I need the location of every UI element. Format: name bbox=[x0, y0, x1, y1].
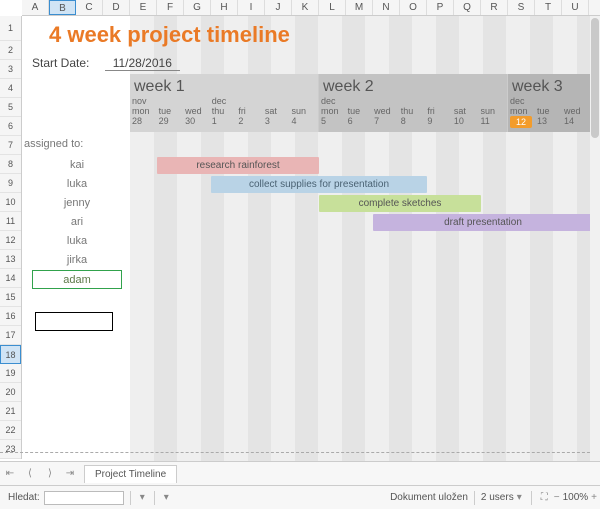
column-header-cell[interactable]: S bbox=[508, 0, 535, 15]
sheet-area[interactable]: 4 week project timeline Start Date: 11/2… bbox=[22, 16, 600, 461]
assignee-name[interactable]: kai bbox=[32, 156, 122, 175]
column-header-cell[interactable]: J bbox=[265, 0, 292, 15]
row-header-cell[interactable]: 8 bbox=[0, 155, 21, 174]
column-header-cell[interactable]: I bbox=[238, 0, 265, 15]
active-cell[interactable] bbox=[35, 312, 113, 331]
column-header-cell[interactable]: B bbox=[49, 0, 76, 15]
prev-sheet-icon[interactable]: ⟨ bbox=[20, 468, 40, 479]
row-header-cell[interactable]: 21 bbox=[0, 402, 21, 421]
week-header: week 1novdecmontuewedthufrisatsun2829301… bbox=[130, 74, 600, 132]
gantt-bar-research[interactable]: research rainforest bbox=[157, 157, 319, 174]
zoom-in-icon[interactable]: + bbox=[591, 492, 597, 503]
column-header-cell[interactable]: G bbox=[184, 0, 211, 15]
column-header-cell[interactable]: K bbox=[292, 0, 319, 15]
sheet-tabs-bar: ⇤ ⟨ ⟩ ⇥ Project Timeline bbox=[0, 461, 600, 485]
column-header-cell[interactable]: E bbox=[130, 0, 157, 15]
assignee-name[interactable]: jirka bbox=[32, 251, 122, 270]
week-segment: week 3decmontuewedthufri1213141516 bbox=[508, 74, 600, 132]
page-title: 4 week project timeline bbox=[49, 22, 290, 48]
zoom-value: 100% bbox=[563, 492, 589, 503]
page-break-line bbox=[0, 452, 600, 453]
column-header-cell[interactable]: P bbox=[427, 0, 454, 15]
assignee-name[interactable]: adam bbox=[32, 270, 122, 289]
assignee-name[interactable]: jenny bbox=[32, 194, 122, 213]
row-header-cell[interactable]: 23 bbox=[0, 440, 21, 459]
week-segment: week 1novdecmontuewedthufrisatsun2829301… bbox=[130, 74, 319, 132]
column-header-cell[interactable]: D bbox=[103, 0, 130, 15]
column-header-cell[interactable]: C bbox=[76, 0, 103, 15]
row-header-cell[interactable]: 11 bbox=[0, 212, 21, 231]
vertical-scrollbar[interactable] bbox=[590, 16, 600, 461]
save-status: Dokument uložen bbox=[390, 492, 468, 503]
row-header-cell[interactable]: 1 bbox=[0, 16, 21, 41]
row-header-cell[interactable]: 15 bbox=[0, 288, 21, 307]
column-header-cell[interactable]: L bbox=[319, 0, 346, 15]
row-header-cell[interactable]: 13 bbox=[0, 250, 21, 269]
start-date-label: Start Date: bbox=[32, 56, 89, 70]
row-header-cell[interactable]: 10 bbox=[0, 193, 21, 212]
column-header-cell[interactable]: O bbox=[400, 0, 427, 15]
assignee-names: kailukajennyarilukajirkaadam bbox=[32, 156, 122, 289]
row-headers[interactable]: 1234567891011121314151617181920212223 bbox=[0, 16, 22, 459]
row-header-cell[interactable]: 6 bbox=[0, 117, 21, 136]
sheet-tab[interactable]: Project Timeline bbox=[84, 465, 177, 483]
search-label: Hledat: bbox=[8, 492, 40, 503]
row-header-cell[interactable]: 7 bbox=[0, 136, 21, 155]
dropdown-icon[interactable]: ▾ bbox=[164, 492, 169, 503]
row-header-cell[interactable]: 3 bbox=[0, 60, 21, 79]
gantt-bar-supplies[interactable]: collect supplies for presentation bbox=[211, 176, 427, 193]
row-header-cell[interactable]: 5 bbox=[0, 98, 21, 117]
gantt-bar-presentation[interactable]: draft presentation bbox=[373, 214, 593, 231]
assignee-name[interactable]: ari bbox=[32, 213, 122, 232]
row-header-cell[interactable]: 20 bbox=[0, 383, 21, 402]
row-header-cell[interactable]: 22 bbox=[0, 421, 21, 440]
column-header-cell[interactable]: F bbox=[157, 0, 184, 15]
status-bar: Hledat: ▾ ▾ Dokument uložen 2 users ▾ ⛶ … bbox=[0, 485, 600, 509]
search-input[interactable] bbox=[44, 491, 124, 505]
row-header-cell[interactable]: 14 bbox=[0, 269, 21, 288]
column-headers[interactable]: ABCDEFGHIJKLMNOPQRSTU bbox=[22, 0, 600, 16]
zoom-out-icon[interactable]: − bbox=[554, 492, 560, 503]
start-date-row: Start Date: 11/28/2016 bbox=[32, 56, 180, 70]
column-header-cell[interactable]: H bbox=[211, 0, 238, 15]
column-header-cell[interactable]: M bbox=[346, 0, 373, 15]
start-date-value[interactable]: 11/28/2016 bbox=[105, 56, 180, 71]
users-dropdown-icon[interactable]: ▾ bbox=[517, 492, 522, 503]
column-header-cell[interactable]: T bbox=[535, 0, 562, 15]
column-header-cell[interactable]: N bbox=[373, 0, 400, 15]
row-header-cell[interactable]: 17 bbox=[0, 326, 21, 345]
gantt-bar-sketches[interactable]: complete sketches bbox=[319, 195, 481, 212]
next-sheet-icon[interactable]: ⟩ bbox=[40, 468, 60, 479]
dropdown-icon[interactable]: ▾ bbox=[140, 492, 145, 503]
row-header-cell[interactable]: 18 bbox=[0, 345, 21, 364]
users-count[interactable]: 2 users bbox=[481, 492, 514, 503]
row-header-cell[interactable]: 9 bbox=[0, 174, 21, 193]
column-header-cell[interactable]: U bbox=[562, 0, 589, 15]
last-sheet-icon[interactable]: ⇥ bbox=[60, 468, 80, 479]
fit-icon[interactable]: ⛶ bbox=[541, 492, 548, 503]
week-segment: week 2decmontuewedthufrisatsun567891011 bbox=[319, 74, 508, 132]
column-header-cell[interactable]: R bbox=[481, 0, 508, 15]
scroll-thumb[interactable] bbox=[591, 18, 599, 138]
row-header-cell[interactable]: 12 bbox=[0, 231, 21, 250]
first-sheet-icon[interactable]: ⇤ bbox=[0, 468, 20, 479]
assigned-to-label: assigned to: bbox=[24, 138, 83, 150]
row-header-cell[interactable]: 16 bbox=[0, 307, 21, 326]
row-header-cell[interactable]: 4 bbox=[0, 79, 21, 98]
column-header-cell[interactable]: A bbox=[22, 0, 49, 15]
assignee-name[interactable]: luka bbox=[32, 175, 122, 194]
row-header-cell[interactable]: 2 bbox=[0, 41, 21, 60]
column-header-cell[interactable]: Q bbox=[454, 0, 481, 15]
row-header-cell[interactable]: 19 bbox=[0, 364, 21, 383]
assignee-name[interactable]: luka bbox=[32, 232, 122, 251]
